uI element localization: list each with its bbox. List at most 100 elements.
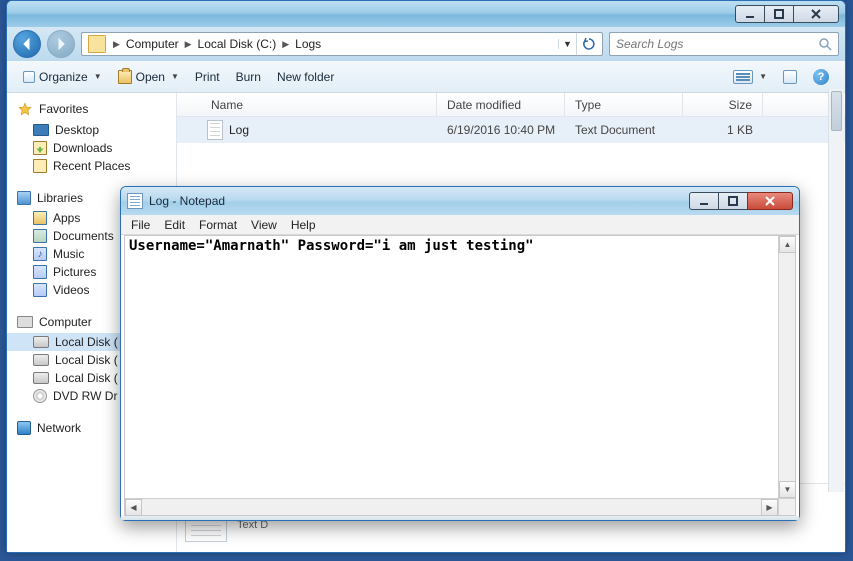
notepad-textarea[interactable]: Username="Amarnath" Password="i am just … [125, 236, 778, 498]
open-button[interactable]: Open▼ [110, 66, 187, 88]
breadcrumb-sep: ▶ [279, 39, 292, 50]
sidebar-item-label: Local Disk ( [55, 335, 118, 349]
forward-button[interactable] [47, 30, 75, 58]
hdd-icon [33, 372, 49, 384]
file-row[interactable]: Log 6/19/2016 10:40 PM Text Document 1 K… [177, 117, 845, 143]
organize-icon [23, 71, 35, 83]
menu-edit[interactable]: Edit [164, 218, 185, 232]
hdd-icon [33, 336, 49, 348]
open-label: Open [136, 70, 165, 84]
sidebar-item-downloads[interactable]: Downloads [7, 139, 176, 157]
search-icon [818, 37, 832, 51]
network-icon [17, 421, 31, 435]
minimize-button[interactable] [735, 5, 765, 23]
burn-label: Burn [236, 70, 261, 84]
breadcrumb-segment[interactable]: Logs [292, 37, 324, 51]
notepad-maximize-button[interactable] [718, 192, 748, 210]
hdd-icon [33, 354, 49, 366]
documents-icon [33, 229, 47, 243]
sidebar-item-label: Music [53, 247, 84, 261]
search-box[interactable] [609, 32, 839, 56]
close-button[interactable] [793, 5, 839, 23]
preview-pane-icon [783, 70, 797, 84]
col-type[interactable]: Type [565, 93, 683, 116]
newfolder-label: New folder [277, 70, 334, 84]
help-button[interactable]: ? [805, 65, 837, 89]
breadcrumb-segment[interactable]: Computer [123, 37, 182, 51]
sidebar-item-label: Videos [53, 283, 89, 297]
scroll-left-button[interactable]: ◀ [125, 499, 142, 516]
help-icon: ? [813, 69, 829, 85]
organize-label: Organize [39, 70, 88, 84]
search-input[interactable] [616, 37, 818, 51]
explorer-titlebar [7, 1, 845, 27]
newfolder-button[interactable]: New folder [269, 66, 342, 88]
refresh-button[interactable] [576, 33, 600, 55]
file-name: Log [229, 123, 249, 137]
open-icon [118, 70, 132, 84]
notepad-minimize-button[interactable] [689, 192, 719, 210]
sidebar-item-label: DVD RW Dr [53, 389, 117, 403]
file-type: Text Document [565, 123, 683, 137]
menu-format[interactable]: Format [199, 218, 237, 232]
sidebar-item-label: Downloads [53, 141, 112, 155]
videos-icon [33, 283, 47, 297]
breadcrumb-sep: ▶ [182, 39, 195, 50]
scroll-right-button[interactable]: ▶ [761, 499, 778, 516]
sidebar-item-label: Documents [53, 229, 114, 243]
col-date[interactable]: Date modified [437, 93, 565, 116]
apps-icon [33, 211, 47, 225]
sidebar-item-label: Local Disk ( [55, 353, 118, 367]
columns-header: Name Date modified Type Size [177, 93, 845, 117]
preview-pane-button[interactable] [775, 66, 805, 88]
sidebar-item-desktop[interactable]: Desktop [7, 121, 176, 139]
burn-button[interactable]: Burn [228, 66, 269, 88]
col-size[interactable]: Size [683, 93, 763, 116]
print-button[interactable]: Print [187, 66, 228, 88]
breadcrumb-sep: ▶ [110, 39, 123, 50]
menu-view[interactable]: View [251, 218, 277, 232]
notepad-menubar: File Edit Format View Help [121, 215, 799, 235]
menu-file[interactable]: File [131, 218, 150, 232]
maximize-button[interactable] [764, 5, 794, 23]
notepad-vscrollbar[interactable]: ▲ ▼ [778, 236, 795, 498]
address-bar[interactable]: ▶ Computer ▶ Local Disk (C:) ▶ Logs ▼ [81, 32, 603, 56]
computer-label: Computer [39, 315, 92, 329]
sidebar-item-label: Recent Places [53, 159, 130, 173]
notepad-close-button[interactable] [747, 192, 793, 210]
notepad-window: Log - Notepad File Edit Format View Help… [120, 186, 800, 521]
col-name[interactable]: Name [201, 93, 437, 116]
notepad-title: Log - Notepad [149, 194, 690, 208]
favorites-header[interactable]: Favorites [7, 99, 176, 121]
notepad-body: Username="Amarnath" Password="i am just … [124, 235, 796, 516]
notepad-hscrollbar[interactable]: ◀ ▶ [125, 498, 778, 515]
computer-icon [17, 316, 33, 328]
view-button[interactable]: ▼ [725, 66, 775, 88]
scrollbar-corner [778, 498, 795, 515]
downloads-icon [33, 141, 47, 155]
folder-icon [88, 35, 106, 53]
notepad-titlebar[interactable]: Log - Notepad [121, 187, 799, 215]
print-label: Print [195, 70, 220, 84]
file-size: 1 KB [683, 123, 763, 137]
music-icon [33, 247, 47, 261]
back-button[interactable] [13, 30, 41, 58]
libraries-label: Libraries [37, 191, 83, 205]
network-label: Network [37, 421, 81, 435]
view-icon [733, 70, 753, 84]
sidebar-item-label: Desktop [55, 123, 99, 137]
scrollbar-thumb[interactable] [831, 91, 842, 131]
sidebar-item-recent[interactable]: Recent Places [7, 157, 176, 175]
breadcrumb-segment[interactable]: Local Disk (C:) [195, 37, 280, 51]
libraries-icon [17, 191, 31, 205]
vertical-scrollbar[interactable] [828, 89, 844, 492]
address-row: ▶ Computer ▶ Local Disk (C:) ▶ Logs ▼ [7, 27, 845, 61]
organize-button[interactable]: Organize▼ [15, 66, 110, 88]
scroll-up-button[interactable]: ▲ [779, 236, 796, 253]
menu-help[interactable]: Help [291, 218, 316, 232]
favorites-label: Favorites [39, 102, 88, 116]
notepad-statusbar [121, 516, 799, 520]
desktop-icon [33, 124, 49, 136]
scroll-down-button[interactable]: ▼ [779, 481, 796, 498]
address-dropdown[interactable]: ▼ [558, 39, 576, 49]
